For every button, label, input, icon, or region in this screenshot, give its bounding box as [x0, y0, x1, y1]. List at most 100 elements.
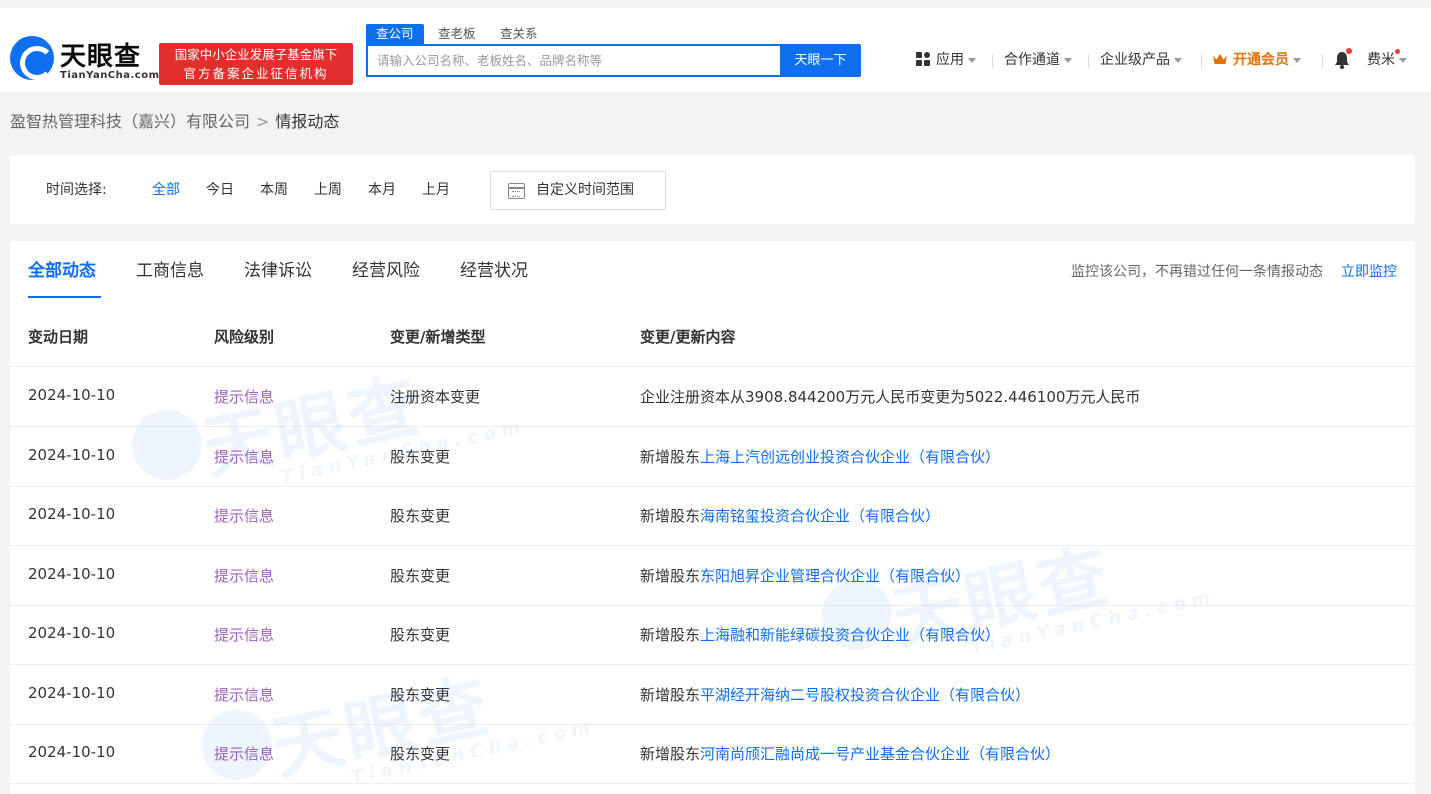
row-content: 新增股东海南铭玺投资合伙企业（有限合伙） — [640, 505, 940, 526]
chevron-down-icon — [1174, 57, 1182, 63]
monitor-now-link[interactable]: 立即监控 — [1341, 261, 1397, 281]
row-risk-level[interactable]: 提示信息 — [214, 743, 274, 764]
col-content: 变更/更新内容 — [640, 328, 736, 346]
user-name: 费米 — [1367, 52, 1395, 68]
nav-partner-label: 合作通道 — [1004, 52, 1060, 68]
row-change-type: 股东变更 — [390, 567, 451, 585]
row-risk-level[interactable]: 提示信息 — [214, 446, 274, 467]
row-change-type: 股东变更 — [390, 448, 451, 466]
search-button[interactable]: 天眼一下 — [780, 44, 861, 77]
table-row: 2024-10-10 提示信息 股东变更 新增股东上海融和新能绿碳投资合伙企业（… — [10, 605, 1415, 665]
col-date: 变动日期 — [28, 328, 89, 346]
breadcrumb-company[interactable]: 盈智热管理科技（嘉兴）有限公司 — [10, 112, 250, 131]
row-date: 2024-10-10 — [28, 565, 116, 583]
row-content: 新增股东上海融和新能绿碳投资合伙企业（有限合伙） — [640, 624, 1000, 645]
time-option-last-week[interactable]: 上周 — [314, 179, 342, 199]
row-risk-level[interactable]: 提示信息 — [214, 386, 274, 407]
official-badge[interactable]: 国家中小企业发展子基金旗下 官方备案企业征信机构 — [159, 43, 353, 85]
row-content: 新增股东上海上汽创远创业投资合伙企业（有限合伙） — [640, 446, 1000, 467]
row-content-text: 企业注册资本从3908.844200万元人民币变更为5022.446100万元人… — [640, 388, 1141, 406]
custom-range-label: 自定义时间范围 — [536, 182, 634, 198]
user-notification-dot — [1395, 49, 1400, 54]
nav-partner[interactable]: 合作通道 — [1004, 48, 1072, 72]
row-risk-level[interactable]: 提示信息 — [214, 565, 274, 586]
tab-business-info[interactable]: 工商信息 — [136, 259, 204, 299]
tab-legal[interactable]: 法律诉讼 — [244, 259, 312, 299]
time-option-this-month[interactable]: 本月 — [368, 179, 396, 199]
nav-enterprise[interactable]: 企业级产品 — [1100, 48, 1182, 72]
shareholder-link[interactable]: 河南尚颀汇融尚成一号产业基金合伙企业（有限合伙） — [700, 745, 1060, 763]
chevron-down-icon — [1399, 57, 1407, 63]
table-row: 2024-10-10 提示信息 股东变更 新增股东平湖经开海纳二号股权投资合伙企… — [10, 665, 1415, 725]
breadcrumb-current: 情报动态 — [275, 112, 340, 131]
shareholder-link[interactable]: 东阳旭昇企业管理合伙企业（有限合伙） — [700, 567, 970, 585]
chevron-down-icon — [1293, 57, 1301, 63]
row-change-type: 股东变更 — [390, 626, 451, 644]
active-tab-indicator — [28, 296, 101, 298]
badge-line-1: 国家中小企业发展子基金旗下 — [174, 47, 338, 62]
row-change-type: 股东变更 — [390, 507, 451, 525]
row-risk-level[interactable]: 提示信息 — [214, 624, 274, 645]
col-type: 变更/新增类型 — [390, 328, 486, 346]
nav-divider — [1322, 54, 1323, 68]
search-input[interactable] — [368, 46, 781, 75]
row-content: 新增股东东阳旭昇企业管理合伙企业（有限合伙） — [640, 565, 970, 586]
row-content-text: 新增股东 — [640, 626, 701, 644]
nav-user[interactable]: 费米 — [1367, 48, 1407, 72]
top-header: 天眼查 TianYanCha.com 国家中小企业发展子基金旗下 官方备案企业征… — [0, 0, 1431, 92]
nav-enterprise-label: 企业级产品 — [1100, 52, 1170, 68]
time-filter-label: 时间选择: — [46, 182, 107, 198]
row-date: 2024-10-10 — [28, 684, 116, 702]
nav-divider — [1088, 54, 1089, 68]
row-content: 新增股东平湖经开海纳二号股权投资合伙企业（有限合伙） — [640, 684, 1030, 705]
logo-eye-icon — [10, 36, 54, 80]
chevron-down-icon — [968, 57, 976, 63]
shareholder-link[interactable]: 上海融和新能绿碳投资合伙企业（有限合伙） — [700, 626, 1000, 644]
row-content-text: 新增股东 — [640, 686, 701, 704]
tab-operating-status[interactable]: 经营状况 — [460, 259, 528, 299]
row-content-text: 新增股东 — [640, 745, 701, 763]
shareholder-link[interactable]: 海南铭玺投资合伙企业（有限合伙） — [700, 507, 940, 525]
nav-vip[interactable]: 开通会员 — [1212, 48, 1301, 72]
breadcrumb-separator: > — [256, 112, 270, 131]
time-option-today[interactable]: 今日 — [206, 179, 234, 199]
shareholder-link[interactable]: 上海上汽创远创业投资合伙企业（有限合伙） — [700, 448, 1000, 466]
time-option-all[interactable]: 全部 — [152, 179, 180, 199]
apps-grid-icon — [916, 52, 930, 66]
search-tab-boss[interactable]: 查老板 — [438, 24, 476, 44]
row-date: 2024-10-10 — [28, 743, 116, 761]
row-change-type: 股东变更 — [390, 686, 451, 704]
table-row: 2024-10-10 提示信息 股东变更 新增股东河南尚颀汇融尚成一号产业基金合… — [10, 724, 1415, 784]
tab-all-updates[interactable]: 全部动态 — [28, 259, 96, 299]
crown-icon — [1213, 54, 1227, 64]
custom-range-button[interactable]: 自定义时间范围 — [490, 171, 666, 210]
nav-apps-label: 应用 — [936, 52, 964, 68]
time-option-last-month[interactable]: 上月 — [422, 179, 450, 199]
nav-vip-label: 开通会员 — [1233, 52, 1289, 68]
tab-operating-risk[interactable]: 经营风险 — [352, 259, 420, 299]
row-content-text: 新增股东 — [640, 448, 701, 466]
time-option-this-week[interactable]: 本周 — [260, 179, 288, 199]
row-change-type: 股东变更 — [390, 745, 451, 763]
shareholder-link[interactable]: 平湖经开海纳二号股权投资合伙企业（有限合伙） — [700, 686, 1030, 704]
row-risk-level[interactable]: 提示信息 — [214, 505, 274, 526]
notification-dot — [1346, 48, 1352, 54]
intel-main-card: 全部动态 工商信息 法律诉讼 经营风险 经营状况 监控该公司，不再错过任何一条情… — [10, 241, 1415, 794]
table-row: 2024-10-10 提示信息 注册资本变更 企业注册资本从3908.84420… — [10, 367, 1415, 427]
row-content: 新增股东河南尚颀汇融尚成一号产业基金合伙企业（有限合伙） — [640, 743, 1060, 764]
search-tab-company[interactable]: 查公司 — [366, 24, 424, 44]
chevron-down-icon — [1064, 57, 1072, 63]
nav-apps[interactable]: 应用 — [916, 48, 976, 72]
logo-subtext: TianYanCha.com — [60, 70, 160, 81]
row-risk-level[interactable]: 提示信息 — [214, 684, 274, 705]
row-date: 2024-10-10 — [28, 446, 116, 464]
nav-divider — [1201, 54, 1202, 68]
row-content: 企业注册资本从3908.844200万元人民币变更为5022.446100万元人… — [640, 386, 1140, 407]
time-filter-card: 时间选择: 全部 今日 本周 上周 本月 上月 自定义时间范围 — [10, 155, 1415, 224]
search-box — [366, 44, 781, 77]
search-tab-relation[interactable]: 查关系 — [500, 24, 538, 44]
row-content-text: 新增股东 — [640, 507, 701, 525]
row-date: 2024-10-10 — [28, 386, 116, 404]
tianyancha-logo[interactable]: 天眼查 TianYanCha.com — [10, 34, 159, 86]
breadcrumb: 盈智热管理科技（嘉兴）有限公司 > 情报动态 — [10, 110, 339, 134]
